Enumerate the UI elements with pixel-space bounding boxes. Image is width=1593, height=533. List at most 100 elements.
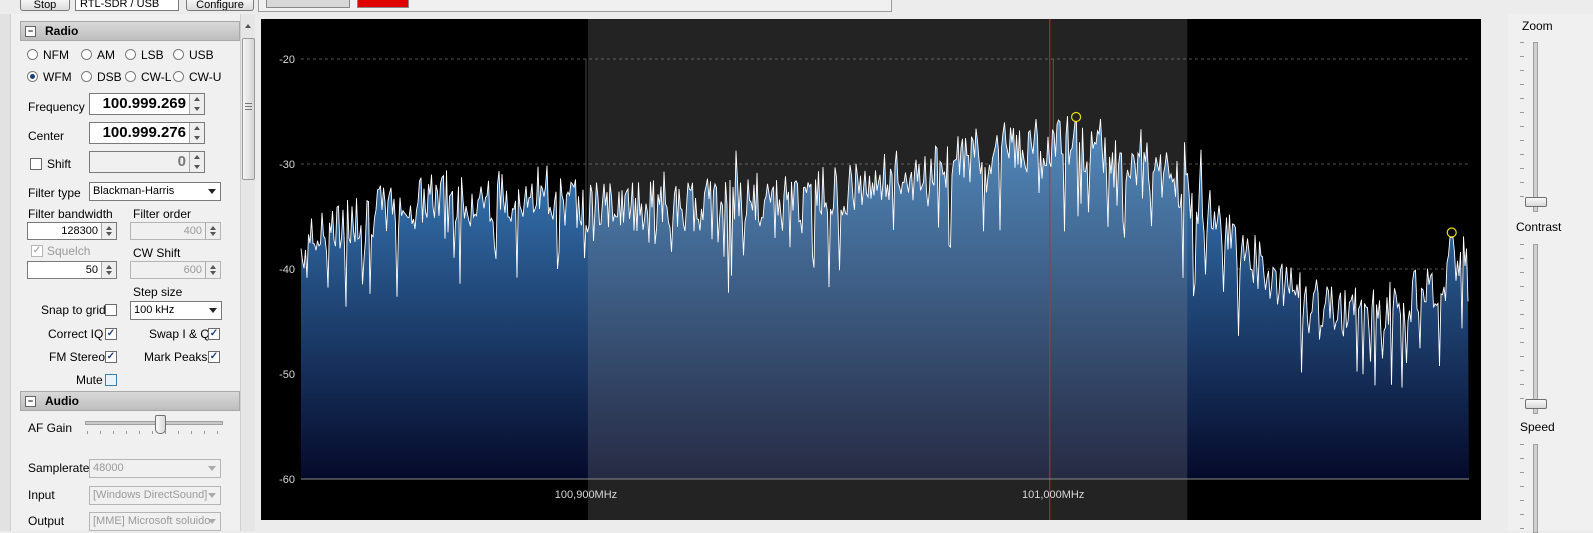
mark-peaks-label: Mark Peaks	[144, 350, 208, 364]
grip-icon	[245, 103, 252, 110]
panel-edge	[0, 14, 11, 531]
contrast-slider-ticks	[1520, 244, 1524, 412]
shift-input[interactable]: 0	[89, 151, 205, 173]
radio-section-title: Radio	[45, 24, 79, 38]
squelch-input[interactable]: 50	[27, 261, 117, 279]
filter-bandwidth-spinner[interactable]	[101, 223, 116, 239]
cw-shift-input[interactable]: 600	[130, 261, 221, 279]
step-size-label: Step size	[133, 285, 183, 299]
mode-radio-cw-u[interactable]	[173, 71, 184, 82]
mark-peaks-checkbox[interactable]: ✓	[208, 351, 220, 363]
samplerate-select[interactable]: 48000	[89, 459, 221, 478]
contrast-label: Contrast	[1516, 220, 1562, 234]
y-tick-label: -60	[279, 474, 295, 486]
configure-button[interactable]: Configure	[186, 0, 254, 11]
radio-section-header[interactable]: − Radio	[20, 21, 240, 41]
swap-iq-label: Swap I & Q	[149, 327, 210, 341]
filter-order-spinner[interactable]	[205, 223, 220, 239]
shift-value: 0	[177, 153, 186, 170]
frequency-label: Frequency	[28, 100, 85, 114]
squelch-value: 50	[85, 264, 98, 276]
center-value: 100.999.276	[102, 124, 186, 141]
zoom-slider-ticks	[1520, 42, 1524, 210]
y-tick-label: -20	[279, 54, 295, 66]
stop-button[interactable]: Stop	[20, 0, 70, 11]
zoom-slider-thumb[interactable]	[1525, 197, 1547, 207]
squelch-spinner[interactable]	[101, 262, 116, 278]
samplerate-label: Samplerate	[28, 461, 90, 475]
dropdown-arrow-icon	[208, 189, 216, 194]
mode-radio-lsb[interactable]	[125, 49, 136, 60]
spectrum-display[interactable]: -20-30-40-50-60100,900MHz101,000MHz101,1…	[261, 19, 1481, 520]
speed-slider-ticks	[1520, 444, 1524, 531]
mute-label: Mute	[76, 373, 103, 387]
squelch-checkbox[interactable]: ✓	[31, 245, 43, 257]
mode-radio-wfm[interactable]	[27, 71, 38, 82]
snap-to-grid-checkbox[interactable]	[105, 304, 117, 316]
mode-label-cw-l: CW-L	[141, 70, 172, 84]
collapse-icon[interactable]: −	[25, 26, 36, 37]
correct-iq-checkbox[interactable]: ✓	[105, 328, 117, 340]
step-size-select[interactable]: 100 kHz	[130, 301, 222, 320]
device-select[interactable]: RTL-SDR / USB	[75, 0, 179, 11]
mode-label-cw-u: CW-U	[189, 70, 222, 84]
filter-type-select[interactable]: Blackman-Harris	[89, 182, 221, 201]
af-gain-slider-thumb[interactable]	[155, 415, 166, 434]
mute-checkbox[interactable]	[105, 374, 117, 386]
filter-order-value: 400	[183, 225, 202, 237]
frequency-spinner[interactable]	[189, 94, 204, 114]
output-select[interactable]: [MME] Microsoft soluido	[89, 512, 221, 531]
peak-marker	[1446, 227, 1457, 238]
dropdown-arrow-icon	[209, 308, 217, 313]
scroll-up-arrow-icon[interactable]	[245, 24, 251, 28]
swap-iq-checkbox[interactable]: ✓	[208, 328, 220, 340]
af-gain-label: AF Gain	[28, 421, 73, 435]
mode-label-nfm: NFM	[43, 48, 69, 62]
dropdown-arrow-icon	[208, 493, 216, 498]
audio-section-header[interactable]: − Audio	[20, 391, 240, 411]
contrast-slider-track[interactable]	[1533, 244, 1538, 414]
af-gain-slider-track[interactable]	[85, 421, 223, 425]
mode-radio-cw-l[interactable]	[125, 71, 136, 82]
center-spinner[interactable]	[189, 123, 204, 143]
dropdown-arrow-icon	[208, 466, 216, 471]
zoom-label: Zoom	[1522, 19, 1553, 33]
center-input[interactable]: 100.999.276	[89, 122, 205, 144]
scrollbar-thumb[interactable]	[242, 38, 255, 180]
filter-order-label: Filter order	[133, 207, 192, 221]
mode-label-lsb: LSB	[141, 48, 164, 62]
shift-checkbox[interactable]	[30, 158, 42, 170]
input-select[interactable]: [Windows DirectSound]	[89, 486, 221, 505]
filter-bandwidth-input[interactable]: 128300	[27, 222, 117, 240]
contrast-slider-thumb[interactable]	[1525, 399, 1547, 409]
mode-radio-am[interactable]	[81, 49, 92, 60]
mode-radio-usb[interactable]	[173, 49, 184, 60]
filter-type-value: Blackman-Harris	[93, 185, 175, 197]
samplerate-value: 48000	[93, 462, 124, 474]
y-tick-label: -40	[279, 264, 295, 276]
filter-order-input[interactable]: 400	[130, 222, 221, 240]
filter-bandwidth-label: Filter bandwidth	[28, 207, 113, 221]
spectrum-chart[interactable]: -20-30-40-50-60100,900MHz101,000MHz101,1…	[261, 19, 1481, 520]
frequency-input[interactable]: 100.999.269	[89, 93, 205, 115]
shift-label: Shift	[47, 157, 72, 171]
top-strip-group	[258, 0, 892, 12]
mode-label-dsb: DSB	[97, 70, 122, 84]
mode-label-usb: USB	[189, 48, 214, 62]
mode-radio-dsb[interactable]	[81, 71, 92, 82]
collapse-icon[interactable]: −	[25, 396, 36, 407]
panel-scrollbar[interactable]	[240, 14, 255, 531]
zoom-slider-track[interactable]	[1533, 42, 1538, 212]
top-status-box-red	[357, 0, 409, 8]
speed-slider-track[interactable]	[1533, 444, 1538, 533]
cw-shift-spinner[interactable]	[205, 262, 220, 278]
filter-band-overlay[interactable]	[587, 19, 1188, 520]
shift-spinner[interactable]	[189, 152, 204, 172]
dropdown-arrow-icon	[208, 519, 216, 524]
fm-stereo-checkbox[interactable]: ✓	[105, 351, 117, 363]
mode-radio-nfm[interactable]	[27, 49, 38, 60]
cw-shift-value: 600	[183, 264, 202, 276]
display-controls: Zoom Contrast Speed	[1508, 14, 1593, 533]
output-label: Output	[28, 514, 65, 528]
x-tick-label: 100,900MHz	[555, 489, 617, 501]
